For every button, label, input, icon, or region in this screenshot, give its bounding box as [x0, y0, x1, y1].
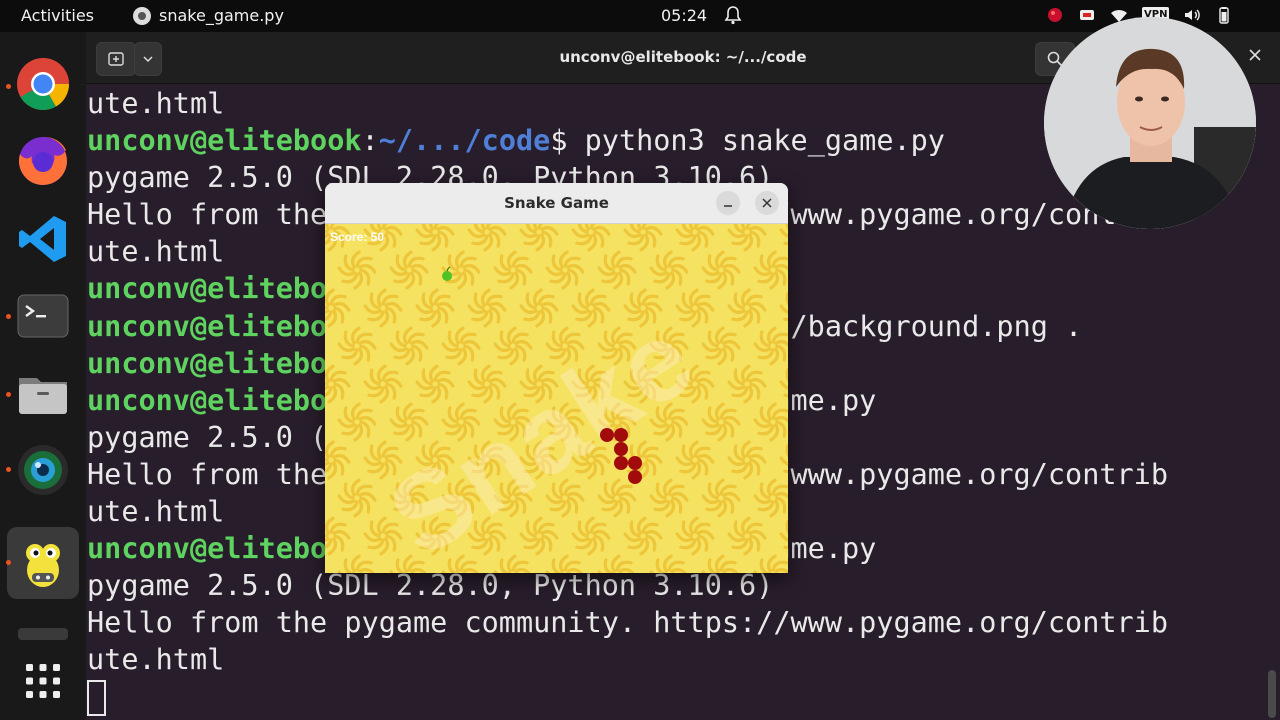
prompt-colon: :	[361, 124, 379, 158]
prompt-user: unconv@elitebook	[87, 383, 362, 417]
terminal-line: ute.html	[87, 641, 1257, 678]
dock	[0, 32, 86, 720]
focused-app-menu[interactable]: snake_game.py	[133, 6, 284, 25]
prompt-command: $ python3 snake_game.py	[550, 124, 945, 158]
game-close-button[interactable]	[755, 191, 779, 215]
apple	[442, 266, 452, 281]
record-indicator-icon[interactable]	[1046, 6, 1064, 24]
snake-segment	[628, 470, 642, 484]
game-titlebar[interactable]: Snake Game	[325, 183, 788, 224]
running-indicator	[6, 314, 11, 319]
files-icon[interactable]	[16, 366, 70, 420]
output-text: ute.html	[87, 235, 225, 269]
terminal-close-button[interactable]	[1248, 46, 1262, 67]
game-sprites	[442, 266, 642, 484]
running-indicator	[6, 467, 11, 472]
volume-icon[interactable]	[1183, 6, 1201, 24]
snake-game-window[interactable]: Snake Game Snake Score: 50	[325, 183, 788, 573]
snake-segment	[614, 442, 628, 456]
terminal-cursor	[87, 679, 106, 716]
battery-icon[interactable]	[1215, 6, 1233, 24]
screencast-icon[interactable]	[1078, 6, 1096, 24]
snake-segment	[614, 456, 628, 470]
running-indicator	[6, 84, 11, 89]
notification-bell-icon[interactable]	[724, 5, 742, 25]
activities-button[interactable]: Activities	[21, 6, 94, 25]
prompt-user: unconv@elitebook	[87, 346, 362, 380]
prompt-user: unconv@elitebook	[87, 309, 362, 343]
chrome-icon[interactable]	[16, 57, 70, 111]
presenter-video	[1044, 17, 1256, 229]
close-icon	[762, 198, 772, 208]
output-text: Hello from the pygame community. https:/…	[87, 606, 1168, 640]
dock-separator-item	[18, 628, 68, 640]
camera-icon[interactable]	[16, 443, 70, 497]
snake	[600, 428, 642, 484]
output-text: ute.html	[87, 495, 225, 529]
clock[interactable]: 05:24	[661, 6, 707, 25]
prompt-path: ~/.../code	[378, 124, 551, 158]
snake-segment	[600, 428, 614, 442]
prompt-user: unconv@elitebook	[87, 532, 362, 566]
firefox-icon[interactable]	[16, 134, 70, 188]
snake-segment	[628, 456, 642, 470]
close-icon	[1249, 49, 1261, 61]
terminal-line	[87, 679, 1257, 716]
focused-app-name: snake_game.py	[159, 6, 284, 25]
vscode-icon[interactable]	[16, 212, 70, 266]
output-text: ute.html	[87, 643, 225, 677]
pygame-app-icon	[133, 6, 151, 25]
minimize-button[interactable]	[716, 191, 740, 215]
webcam-overlay	[1044, 17, 1256, 229]
prompt-user: unconv@elitebook	[87, 272, 362, 306]
output-text: pygame 2.5.0 (SDL 2.28.0, Python 3.10.6)	[87, 569, 774, 603]
snake-segment	[614, 428, 628, 442]
top-bar: Activities snake_game.py 05:24 VPN	[0, 0, 1280, 32]
terminal-scrollbar[interactable]	[1268, 670, 1276, 718]
output-text: ute.html	[87, 87, 225, 120]
pygame-icon[interactable]	[16, 537, 70, 591]
prompt-user: unconv@elitebook	[87, 124, 362, 158]
terminal-icon[interactable]	[16, 289, 70, 343]
running-indicator	[6, 560, 11, 565]
app-grid-icon[interactable]	[16, 654, 70, 708]
running-indicator	[6, 392, 11, 397]
terminal-line: Hello from the pygame community. https:/…	[87, 604, 1257, 641]
game-canvas[interactable]: Snake Score: 50	[325, 224, 788, 573]
minimize-icon	[724, 205, 732, 207]
